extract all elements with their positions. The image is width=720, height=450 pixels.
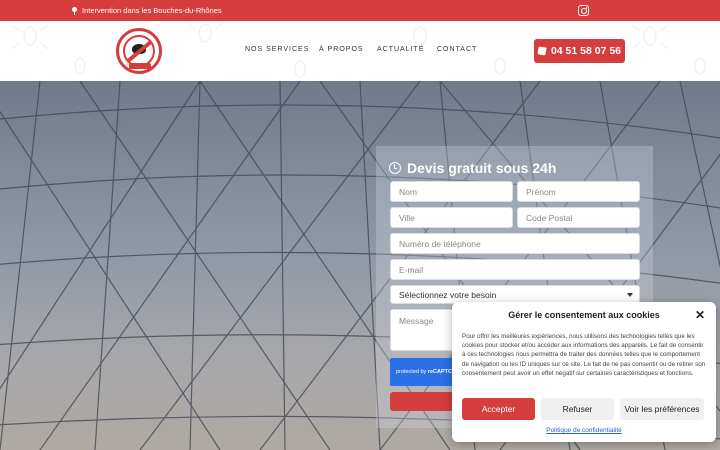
consent-title: Gérer le consentement aux cookies (508, 310, 660, 320)
site-header: NOS SERVICES À PROPOS ACTUALITÉ CONTACT … (0, 21, 720, 81)
chevron-down-icon (627, 292, 633, 297)
ville-input[interactable]: Ville (390, 207, 513, 228)
nav-item-news[interactable]: ACTUALITÉ (377, 46, 425, 53)
captcha-text: protected by (396, 369, 427, 375)
prenom-input[interactable]: Prénom (517, 181, 640, 202)
accept-button[interactable]: Accepter (462, 398, 535, 420)
close-icon[interactable]: ✕ (695, 309, 705, 321)
cookie-consent-dialog: Gérer le consentement aux cookies ✕ Pour… (452, 302, 716, 442)
preferences-button[interactable]: Voir les préférences (620, 398, 704, 420)
consent-text: Pour offrir les meilleures expériences, … (462, 333, 706, 377)
instagram-icon[interactable] (578, 5, 589, 16)
refuse-button[interactable]: Refuser (541, 398, 614, 420)
recaptcha-badge[interactable]: protected by reCAPTC (390, 358, 460, 386)
form-title: Devis gratuit sous 24h (389, 160, 556, 176)
nav-item-services[interactable]: NOS SERVICES (245, 46, 309, 53)
clock-icon (389, 162, 401, 174)
location-info: Intervention dans les Bouches-du-Rhônes (72, 6, 222, 15)
phone-icon (537, 46, 547, 56)
top-bar: Intervention dans les Bouches-du-Rhônes (0, 0, 720, 21)
email-input[interactable]: E-mail (390, 259, 640, 280)
nav-item-contact[interactable]: CONTACT (437, 46, 477, 53)
telephone-input[interactable]: Numéro de téléphone (390, 233, 640, 254)
site-logo[interactable] (116, 28, 162, 74)
call-button-label: 04 51 58 07 56 (550, 45, 622, 57)
location-text: Intervention dans les Bouches-du-Rhônes (82, 6, 222, 15)
map-pin-icon (72, 7, 77, 15)
captcha-brand: reCAPTC (427, 369, 452, 375)
call-button[interactable]: 04 51 58 07 56 (534, 39, 625, 63)
nav-item-about[interactable]: À PROPOS (319, 46, 364, 53)
privacy-policy-link[interactable]: Politique de confidentialité (452, 427, 716, 434)
code-postal-input[interactable]: Code Postal (517, 207, 640, 228)
nom-input[interactable]: Nom (390, 181, 513, 202)
besoin-select-value: Sélectionnez votre besoin (399, 289, 497, 300)
